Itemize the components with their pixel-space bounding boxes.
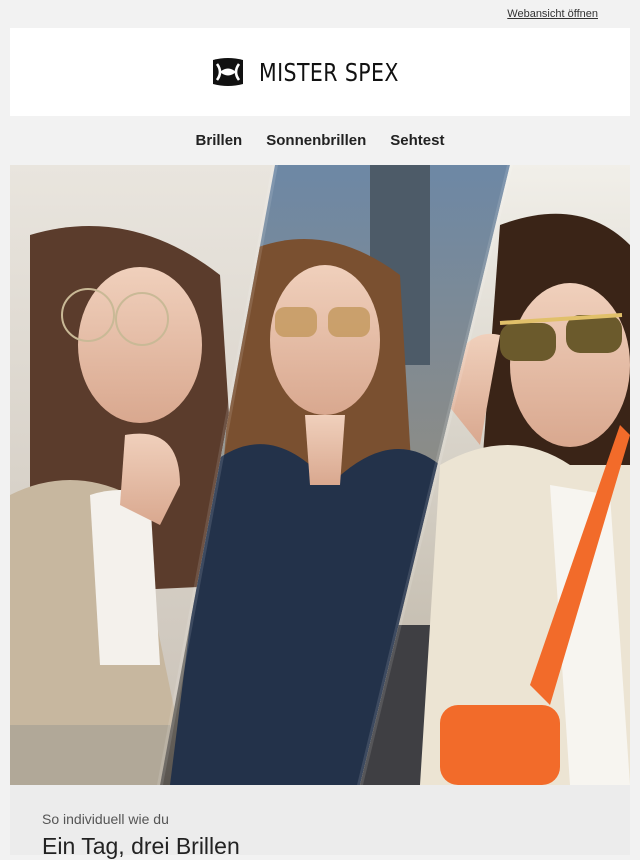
hero-photo-three-women-glasses [10,165,630,785]
brand-logo[interactable]: MISTER SPEX [211,56,430,88]
email-header: MISTER SPEX [10,28,630,116]
nav-sehtest[interactable]: Sehtest [390,132,444,149]
mister-spex-logo-icon [212,58,243,86]
nav-brillen[interactable]: Brillen [196,132,243,149]
brand-name: MISTER SPEX [258,57,399,87]
nav-sonnenbrillen[interactable]: Sonnenbrillen [266,132,366,149]
headline: Ein Tag, drei Brillen [42,833,240,859]
top-bar: Webansicht öffnen [0,0,640,28]
hero-image[interactable] [10,165,630,785]
content-block: So individuell wie du Ein Tag, drei Bril… [10,785,630,859]
main-nav: Brillen Sonnenbrillen Sehtest [0,116,640,165]
eyebrow-text: So individuell wie du [42,811,169,827]
open-web-view-link[interactable]: Webansicht öffnen [507,8,598,20]
